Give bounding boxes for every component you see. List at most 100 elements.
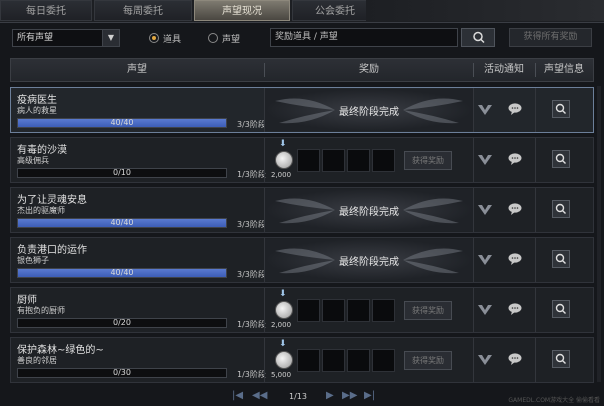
- progress-text: 0/20: [113, 318, 131, 327]
- table-row[interactable]: 有毒的沙漠 高级佣兵 0/10 1/3阶段 ⬇ 2,000 获得奖励: [10, 137, 594, 183]
- progress-bar: 0/10: [17, 168, 227, 178]
- column-divider: [535, 138, 536, 182]
- reputation-title: 有抱负的厨师: [17, 306, 65, 315]
- tab-daily-commission[interactable]: 每日委托: [0, 0, 92, 21]
- column-notify: 活动通知: [484, 64, 524, 75]
- reward-slot[interactable]: [297, 299, 320, 322]
- search-icon: [555, 203, 566, 214]
- progress-bar: 40/40: [17, 118, 227, 128]
- reward-slot[interactable]: [322, 349, 345, 372]
- last-page-icon[interactable]: ▶|: [364, 390, 375, 401]
- filter-bar: 所有声望 ▼ 道具 声望 奖励道具 / 声望 获得所有奖励: [0, 23, 604, 53]
- chat-bubble-icon[interactable]: [508, 353, 522, 365]
- reward-slot[interactable]: [372, 299, 395, 322]
- stage-text: 1/3阶段: [237, 370, 266, 379]
- claim-all-button[interactable]: 获得所有奖励: [509, 28, 592, 47]
- final-stage-text: 最终阶段完成: [339, 257, 399, 268]
- stage-text: 1/3阶段: [237, 170, 266, 179]
- table-row[interactable]: 厨师 有抱负的厨师 0/20 1/3阶段 ⬇ 2,000 获得奖励: [10, 287, 594, 333]
- radio-reputation[interactable]: [208, 33, 218, 43]
- reputation-name: 负责港口的运作: [17, 245, 87, 256]
- progress-text: 40/40: [110, 118, 134, 127]
- reputation-title: 银色狮子: [17, 256, 49, 265]
- claim-reward-button[interactable]: 获得奖励: [404, 351, 452, 370]
- table-row[interactable]: 保护森林~绿色的~ 善良的邻居 0/30 1/3阶段 ⬇ 5,000 获得奖励: [10, 337, 594, 383]
- progress-text: 0/10: [113, 168, 131, 177]
- column-divider: [473, 188, 474, 232]
- next-page-icon[interactable]: ▶: [326, 390, 334, 401]
- progress-text: 0/30: [113, 368, 131, 377]
- reward-slot[interactable]: [347, 349, 370, 372]
- notify-chevron-icon[interactable]: [477, 353, 493, 367]
- scrollbar[interactable]: [597, 86, 601, 382]
- reputation-info-button[interactable]: [552, 150, 570, 168]
- claim-reward-button[interactable]: 获得奖励: [404, 151, 452, 170]
- radio-items[interactable]: [149, 33, 159, 43]
- reputation-filter-select[interactable]: 所有声望 ▼: [12, 29, 120, 47]
- reputation-name: 疫病医生: [17, 95, 57, 106]
- column-divider: [535, 288, 536, 332]
- table-row[interactable]: 疫病医生 病人的救星 40/40 3/3阶段 最终阶段完成: [10, 87, 594, 133]
- search-icon: [555, 153, 566, 164]
- reputation-info-button[interactable]: [552, 100, 570, 118]
- first-page-icon[interactable]: |◀: [232, 390, 243, 401]
- chevron-down-icon[interactable]: ▼: [102, 30, 119, 46]
- watermark: GAMEDL.COM游戏大全 偷偷看看: [508, 397, 600, 404]
- reputation-title: 高级佣兵: [17, 156, 49, 165]
- reward-slot[interactable]: [372, 149, 395, 172]
- reward-slot[interactable]: [347, 299, 370, 322]
- stage-text: 3/3阶段: [237, 270, 266, 279]
- tab-bar: 每日委托 每周委托 声望现况 公会委托: [0, 0, 604, 23]
- tab-reputation-status[interactable]: 声望现况: [194, 0, 290, 21]
- table-row[interactable]: 负责港口的运作 银色狮子 40/40 3/3阶段 最终阶段完成: [10, 237, 594, 283]
- search-input[interactable]: 奖励道具 / 声望: [270, 28, 458, 47]
- notify-chevron-icon[interactable]: [477, 253, 493, 267]
- progress-bar: 40/40: [17, 268, 227, 278]
- reputation-info-button[interactable]: [552, 250, 570, 268]
- reward-slot[interactable]: [322, 149, 345, 172]
- notify-chevron-icon[interactable]: [477, 303, 493, 317]
- claim-reward-button[interactable]: 获得奖励: [404, 301, 452, 320]
- search-icon: [555, 103, 566, 114]
- search-button[interactable]: [461, 28, 495, 47]
- final-stage-complete: 最终阶段完成: [265, 89, 473, 131]
- final-stage-complete: 最终阶段完成: [265, 189, 473, 231]
- search-icon: [555, 253, 566, 264]
- column-divider: [473, 338, 474, 382]
- column-info: 声望信息: [544, 64, 584, 75]
- column-divider: [535, 188, 536, 232]
- arrow-down-icon: ⬇: [279, 139, 287, 149]
- chat-bubble-icon[interactable]: [508, 103, 522, 115]
- chat-bubble-icon[interactable]: [508, 203, 522, 215]
- search-icon: [555, 353, 566, 364]
- reward-slot[interactable]: [347, 149, 370, 172]
- search-icon: [473, 31, 485, 44]
- search-icon: [555, 303, 566, 314]
- reward-slot[interactable]: [297, 149, 320, 172]
- progress-text: 40/40: [110, 218, 134, 227]
- column-divider: [473, 138, 474, 182]
- next-multi-page-icon[interactable]: ▶▶: [342, 390, 357, 401]
- reputation-info-button[interactable]: [552, 200, 570, 218]
- notify-chevron-icon[interactable]: [477, 153, 493, 167]
- notify-chevron-icon[interactable]: [477, 103, 493, 117]
- reputation-filter-value: 所有声望: [17, 33, 54, 43]
- radio-items-label: 道具: [163, 35, 182, 45]
- reward-slot[interactable]: [372, 349, 395, 372]
- table-row[interactable]: 为了让灵魂安息 杰出的驱魔师 40/40 3/3阶段 最终阶段完成: [10, 187, 594, 233]
- column-divider: [473, 88, 474, 132]
- column-divider: [535, 338, 536, 382]
- reward-slot[interactable]: [297, 349, 320, 372]
- reputation-info-button[interactable]: [552, 350, 570, 368]
- notify-chevron-icon[interactable]: [477, 203, 493, 217]
- chat-bubble-icon[interactable]: [508, 153, 522, 165]
- prev-page-icon[interactable]: ◀◀: [252, 390, 267, 401]
- progress-bar: 40/40: [17, 218, 227, 228]
- chat-bubble-icon[interactable]: [508, 253, 522, 265]
- table-header: 声望 奖励 活动通知 声望信息: [10, 58, 594, 82]
- coin-amount: 5,000: [271, 371, 292, 379]
- tab-weekly-commission[interactable]: 每周委托: [94, 0, 192, 21]
- chat-bubble-icon[interactable]: [508, 303, 522, 315]
- reputation-info-button[interactable]: [552, 300, 570, 318]
- reward-slot[interactable]: [322, 299, 345, 322]
